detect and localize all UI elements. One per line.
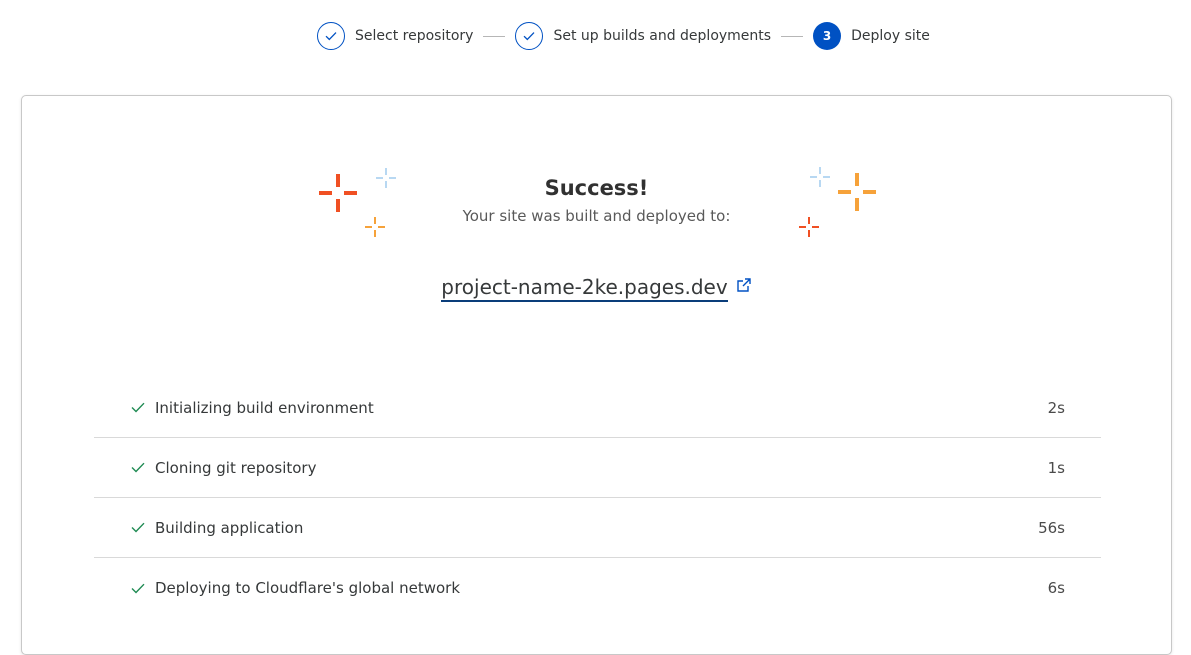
step-complete-check-icon: [317, 22, 345, 50]
build-step-row: Deploying to Cloudflare's global network…: [94, 558, 1101, 618]
check-icon: [131, 581, 145, 595]
build-step-duration: 56s: [1038, 518, 1065, 537]
step-number-badge: 3: [813, 22, 842, 50]
step-select-repository[interactable]: Select repository: [317, 22, 473, 50]
build-step-label: Cloning git repository: [155, 458, 317, 477]
step-deploy-site: 3 Deploy site: [813, 22, 930, 50]
check-icon: [131, 521, 145, 535]
step-setup-builds[interactable]: Set up builds and deployments: [515, 22, 771, 50]
build-step-label: Deploying to Cloudflare's global network: [155, 579, 461, 597]
build-step-duration: 1s: [1047, 458, 1065, 477]
build-step-row: Initializing build environment 2s: [94, 378, 1101, 438]
site-link-container: project-name-2ke.pages.dev: [22, 275, 1171, 302]
deploy-result-card: Success! Your site was built and deploye…: [21, 95, 1172, 655]
step-separator: [483, 35, 506, 37]
build-step-label: Initializing build environment: [155, 398, 374, 417]
step-label: Deploy site: [851, 28, 930, 44]
check-icon: [131, 401, 145, 415]
step-separator: [781, 35, 804, 37]
step-complete-check-icon: [515, 22, 544, 50]
success-title: Success!: [544, 176, 649, 200]
check-icon: [131, 461, 145, 475]
deployed-site-link[interactable]: project-name-2ke.pages.dev: [441, 275, 728, 302]
setup-stepper: Select repository Set up builds and depl…: [317, 21, 930, 51]
build-step-label: Building application: [155, 518, 304, 537]
build-step-duration: 6s: [1047, 579, 1065, 597]
success-subtitle: Your site was built and deployed to:: [462, 207, 731, 225]
external-link-icon[interactable]: [736, 277, 752, 297]
step-label: Set up builds and deployments: [553, 28, 772, 44]
build-step-duration: 2s: [1047, 398, 1065, 417]
build-step-row: Cloning git repository 1s: [94, 438, 1101, 498]
build-steps-list: Initializing build environment 2s Clonin…: [94, 378, 1101, 618]
step-label: Select repository: [355, 28, 474, 44]
build-step-row: Building application 56s: [94, 498, 1101, 558]
